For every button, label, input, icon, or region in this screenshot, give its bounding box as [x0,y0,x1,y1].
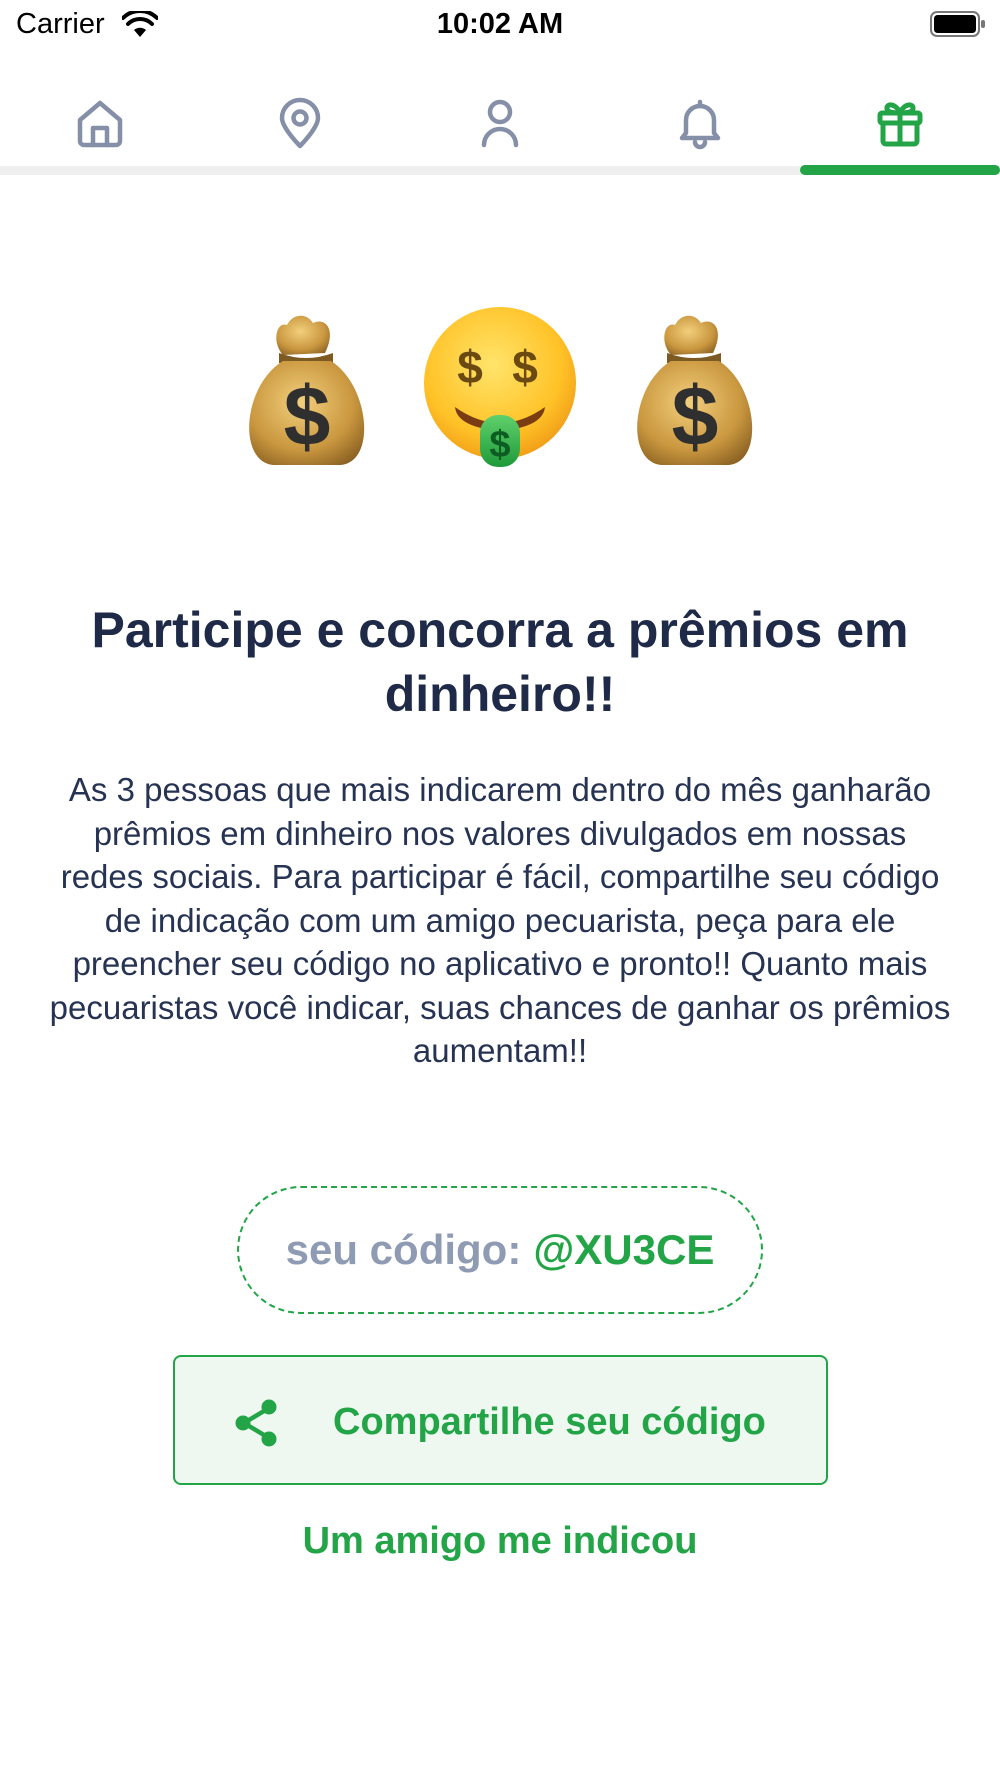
tab-bar [0,80,1000,174]
home-icon [77,100,123,148]
tab-location[interactable] [200,80,400,166]
svg-text:$: $ [284,369,331,463]
svg-text:$: $ [489,424,510,466]
code-label: seu código: [285,1226,522,1273]
svg-text:$: $ [457,341,483,393]
share-code-button[interactable]: Compartilhe seu código [173,1355,828,1485]
tab-home[interactable] [0,80,200,166]
map-pin-icon [279,97,321,149]
svg-text:$: $ [672,369,719,463]
bell-icon [679,99,721,150]
share-icon [235,1399,277,1447]
money-bag-icon: $ [249,315,365,465]
money-bag-icon: $ [637,315,753,465]
hero-emojis: $ $ $ $ $ [0,300,1000,475]
active-tab-indicator [800,165,1000,175]
description-text: As 3 pessoas que mais indicarem dentro d… [49,771,951,1069]
status-bar: Carrier 10:02 AM [0,0,1000,52]
tab-notifications[interactable] [600,80,800,166]
referral-code-box: seu código: @XU3CE [237,1186,763,1314]
user-icon [481,99,519,148]
battery-icon [930,11,985,37]
page-title: Participe e concorra a prêmios em dinhei… [91,602,909,722]
share-button-label: Compartilhe seu código [333,1401,766,1443]
tab-rewards[interactable] [800,80,1000,166]
gift-icon [877,102,923,147]
friend-referred-link[interactable]: Um amigo me indicou [0,1520,1000,1563]
tab-profile[interactable] [400,80,600,166]
clock: 10:02 AM [436,8,564,40]
svg-text:$: $ [512,341,538,393]
money-mouth-face-icon: $ $ $ [424,306,576,467]
code-value: @XU3CE [533,1226,715,1273]
